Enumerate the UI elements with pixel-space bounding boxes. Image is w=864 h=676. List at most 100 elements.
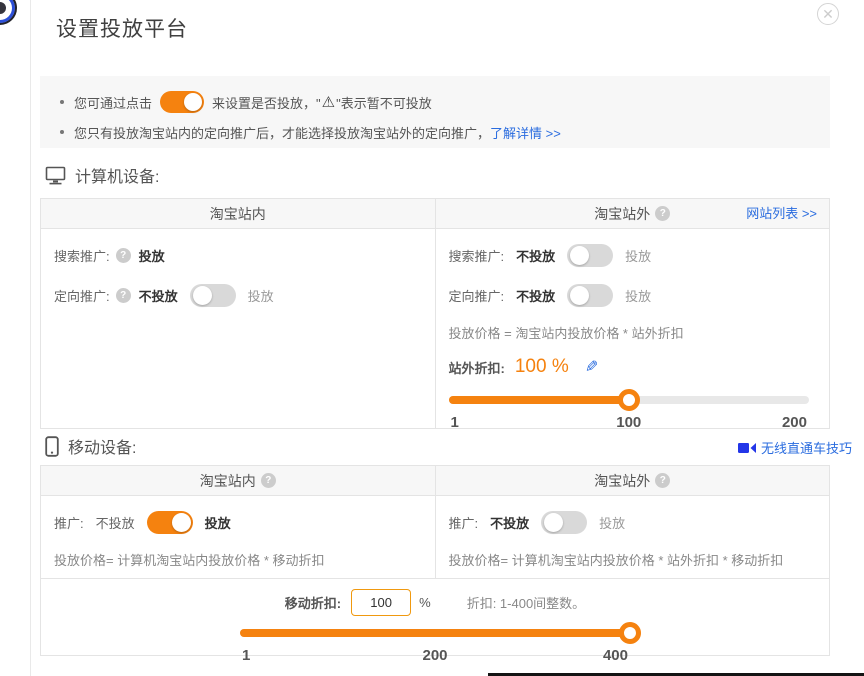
mobile-offsite-toggle[interactable]: [541, 511, 587, 534]
mobile-discount-slider[interactable]: [240, 629, 630, 637]
header-offsite: 淘宝站外 ? 网站列表 >>: [435, 199, 830, 228]
field-label: 定向推广:: [54, 286, 110, 305]
discount-label: 站外折扣:: [449, 358, 505, 377]
promo-row: 推广: 不投放 投放: [449, 510, 817, 534]
slider-labels: 1 100 200: [449, 414, 810, 432]
mobile-onsite-toggle[interactable]: [147, 511, 193, 534]
header-label: 淘宝站外: [594, 471, 650, 491]
header-onsite: 淘宝站内 ?: [41, 466, 435, 495]
header-label: 淘宝站内: [210, 204, 266, 224]
toggle-knob: [172, 513, 191, 532]
mobile-discount-slider-wrap: 1 200 400: [240, 629, 630, 665]
slider-handle[interactable]: [618, 389, 640, 411]
computer-section-header: 计算机设备:: [45, 163, 159, 187]
price-formula: 投放价格= 计算机淘宝站内投放价格 * 站外折扣 * 移动折扣: [449, 550, 817, 569]
header-onsite: 淘宝站内: [41, 199, 435, 228]
slider-min-label: 1: [242, 647, 250, 664]
state-value: 投放: [625, 246, 651, 265]
price-formula: 投放价格= 计算机淘宝站内投放价格 * 移动折扣: [54, 550, 422, 569]
slider-labels: 1 200 400: [240, 647, 630, 665]
offsite-discount-slider-wrap: 1 100 200: [449, 396, 817, 432]
wireless-tips-link[interactable]: 无线直通车技巧: [738, 438, 852, 457]
state-value: 不投放: [96, 513, 135, 532]
help-icon[interactable]: ?: [655, 473, 670, 488]
state-value: 不投放: [490, 513, 529, 532]
mobile-discount-input[interactable]: [351, 589, 411, 616]
computer-onsite-cell: 搜索推广: ? 投放 定向推广: ? 不投放 投放: [41, 229, 435, 428]
toggle-knob: [193, 286, 212, 305]
edit-pencil-icon[interactable]: ✎: [585, 357, 598, 377]
help-icon[interactable]: ?: [116, 288, 131, 303]
help-icon[interactable]: ?: [261, 473, 276, 488]
promo-row: 推广: 不投放 投放: [54, 510, 422, 534]
header-label: 淘宝站外: [594, 204, 650, 224]
search-offsite-toggle[interactable]: [567, 244, 613, 267]
slider-fill: [449, 396, 629, 404]
percent-sign: %: [419, 595, 431, 610]
slider-mid-label: 100: [616, 414, 641, 431]
set-platform-dialog: 设置投放平台 ✕ 您可通过点击 来设置是否投放，" ⚠ "表示暂不可投放 您只有…: [31, 0, 864, 676]
state-value: 投放: [625, 286, 651, 305]
website-list-link[interactable]: 网站列表 >>: [746, 199, 817, 229]
mobile-section-header: 移动设备:: [45, 434, 136, 458]
state-value: 不投放: [516, 246, 555, 265]
slider-handle[interactable]: [619, 622, 641, 644]
computer-offsite-cell: 搜索推广: 不投放 投放 定向推广: 不投放 投放 投放价格 = 淘宝站内投放价…: [435, 229, 830, 428]
state-value: 投放: [205, 513, 231, 532]
price-formula: 投放价格 = 淘宝站内投放价格 * 站外折扣: [449, 323, 817, 342]
field-label: 搜索推广:: [54, 246, 110, 265]
notice-line-1: 您可通过点击 来设置是否投放，" ⚠ "表示暂不可投放: [58, 88, 812, 116]
mobile-table: 淘宝站内 ? 淘宝站外 ? 推广: 不投放 投放 投放价格= 计算机淘宝站内投: [40, 465, 830, 656]
header-label: 淘宝站内: [200, 471, 256, 491]
targeted-offsite-toggle[interactable]: [567, 284, 613, 307]
mobile-discount-row: 移动折扣: % 折扣: 1-400间整数。 1 200 400: [41, 579, 829, 665]
targeted-promo-row: 定向推广: ? 不投放 投放: [54, 283, 422, 307]
state-value: 投放: [599, 513, 625, 532]
field-label: 推广:: [54, 513, 84, 532]
help-icon[interactable]: ?: [116, 248, 131, 263]
discount-hint: 折扣: 1-400间整数。: [467, 593, 585, 612]
targeted-onsite-toggle[interactable]: [190, 284, 236, 307]
state-value: 投放: [139, 246, 165, 265]
section-title: 计算机设备:: [75, 163, 159, 187]
slider-min-label: 1: [451, 414, 459, 431]
notice-text: 来设置是否投放，": [212, 93, 321, 112]
targeted-promo-row: 定向推广: 不投放 投放: [449, 283, 817, 307]
demo-toggle[interactable]: [160, 91, 204, 113]
state-value: 不投放: [516, 286, 555, 305]
wireless-tips-label: 无线直通车技巧: [761, 438, 852, 457]
bullet-icon: [60, 130, 64, 134]
partial-logo: [0, 0, 17, 25]
slider-fill: [240, 629, 630, 637]
toggle-knob: [184, 93, 202, 111]
discount-label: 移动折扣:: [285, 593, 341, 612]
field-label: 定向推广:: [449, 286, 505, 305]
notice-line-2: 您只有投放淘宝站内的定向推广后，才能选择投放淘宝站外的定向推广， 了解详情 >>: [58, 118, 812, 146]
offsite-discount-line: 站外折扣: 100 % ✎: [449, 356, 817, 378]
monitor-icon: [45, 166, 66, 185]
computer-table: 淘宝站内 淘宝站外 ? 网站列表 >> 搜索推广: ? 投放: [40, 198, 830, 429]
help-icon[interactable]: ?: [655, 206, 670, 221]
discount-value: 100 %: [515, 356, 569, 378]
toggle-knob: [544, 513, 563, 532]
bullet-icon: [60, 100, 64, 104]
mobile-table-header: 淘宝站内 ? 淘宝站外 ?: [41, 466, 829, 496]
search-promo-row: 搜索推广: ? 投放: [54, 243, 422, 267]
field-label: 搜索推广:: [449, 246, 505, 265]
notice-box: 您可通过点击 来设置是否投放，" ⚠ "表示暂不可投放 您只有投放淘宝站内的定向…: [40, 76, 830, 148]
warning-icon: ⚠: [322, 93, 335, 111]
field-label: 推广:: [449, 513, 479, 532]
video-camera-icon: [738, 442, 756, 454]
page-title: 设置投放平台: [56, 13, 188, 43]
close-icon[interactable]: ✕: [817, 3, 839, 25]
phone-icon: [45, 436, 59, 457]
toggle-knob: [570, 246, 589, 265]
learn-more-link[interactable]: 了解详情 >>: [490, 123, 561, 142]
offsite-discount-slider[interactable]: [449, 396, 810, 404]
mobile-offsite-cell: 推广: 不投放 投放 投放价格= 计算机淘宝站内投放价格 * 站外折扣 * 移动…: [435, 496, 830, 578]
mobile-table-body: 推广: 不投放 投放 投放价格= 计算机淘宝站内投放价格 * 移动折扣 推广: …: [41, 496, 829, 579]
search-promo-row: 搜索推广: 不投放 投放: [449, 243, 817, 267]
notice-text: 您只有投放淘宝站内的定向推广后，才能选择投放淘宝站外的定向推广，: [74, 123, 490, 142]
slider-mid-label: 200: [422, 647, 447, 664]
computer-table-header: 淘宝站内 淘宝站外 ? 网站列表 >>: [41, 199, 829, 229]
